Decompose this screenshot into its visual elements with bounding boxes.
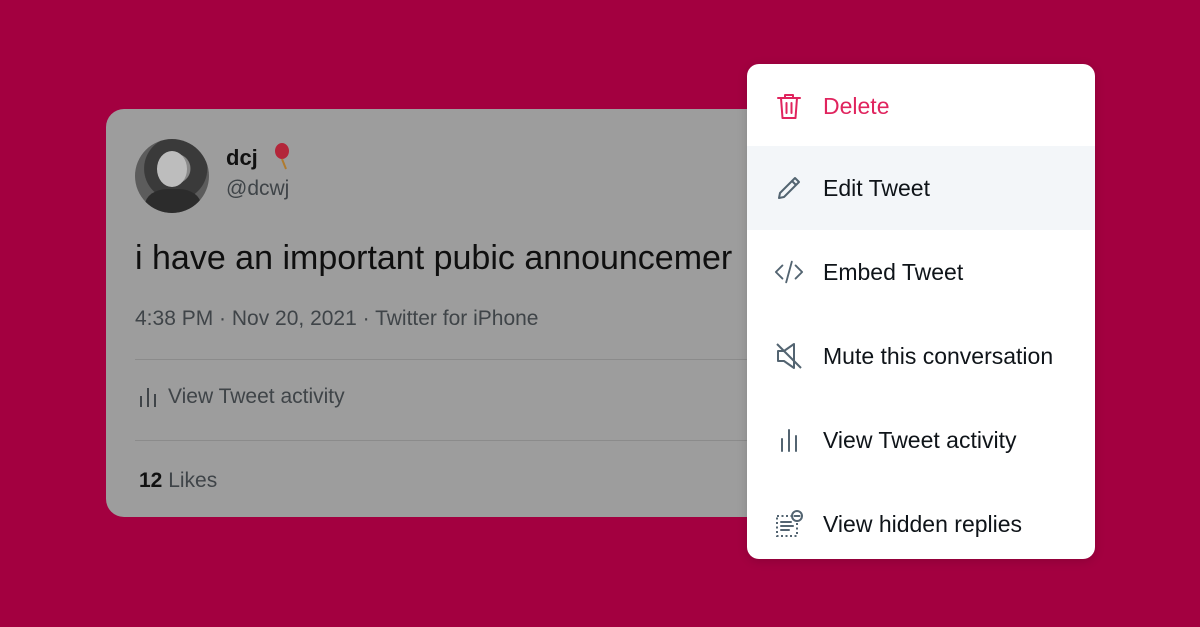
mute-icon	[774, 341, 804, 371]
divider	[135, 359, 806, 360]
menu-item-label: View Tweet activity	[823, 426, 1017, 453]
menu-item-label: Mute this conversation	[823, 342, 1054, 369]
menu-item-edit-tweet[interactable]: Edit Tweet	[747, 146, 1095, 230]
menu-item-label: Embed Tweet	[823, 258, 964, 285]
menu-item-view-hidden-replies[interactable]: View hidden replies	[747, 482, 1095, 559]
activity-label: View Tweet activity	[168, 385, 345, 408]
tweet-timestamp[interactable]: 4:38 PM · Nov 20, 2021 · Twitter for iPh…	[135, 307, 538, 331]
menu-item-delete[interactable]: Delete	[747, 64, 1095, 148]
tweet-card: dcj @dcwj i have an important pubic anno…	[106, 109, 806, 517]
likes-link[interactable]: 12 Likes	[139, 469, 217, 493]
bar-chart-icon	[774, 425, 804, 455]
handle[interactable]: @dcwj	[226, 177, 289, 201]
menu-item-mute-conversation[interactable]: Mute this conversation	[747, 314, 1095, 398]
menu-item-label: Edit Tweet	[823, 174, 930, 201]
menu-item-label: Delete	[823, 92, 890, 119]
code-icon	[774, 257, 804, 287]
hidden-replies-icon	[774, 509, 804, 539]
likes-label: Likes	[168, 469, 218, 492]
view-tweet-activity-link[interactable]: View Tweet activity	[138, 385, 345, 409]
menu-item-view-tweet-activity[interactable]: View Tweet activity	[747, 398, 1095, 482]
tweet-options-menu: Delete Edit Tweet Embed Tweet Mute this …	[747, 64, 1095, 559]
tweet-text: i have an important pubic announcemer	[135, 239, 733, 277]
trash-icon	[774, 91, 804, 121]
likes-count: 12	[139, 469, 163, 492]
menu-item-label: View hidden replies	[823, 510, 1023, 537]
pencil-icon	[774, 173, 804, 203]
avatar[interactable]	[135, 139, 209, 213]
display-name[interactable]: dcj	[226, 145, 258, 171]
menu-item-embed-tweet[interactable]: Embed Tweet	[747, 230, 1095, 314]
balloon-icon	[272, 142, 294, 170]
bar-chart-icon	[138, 386, 158, 408]
divider	[135, 440, 806, 441]
